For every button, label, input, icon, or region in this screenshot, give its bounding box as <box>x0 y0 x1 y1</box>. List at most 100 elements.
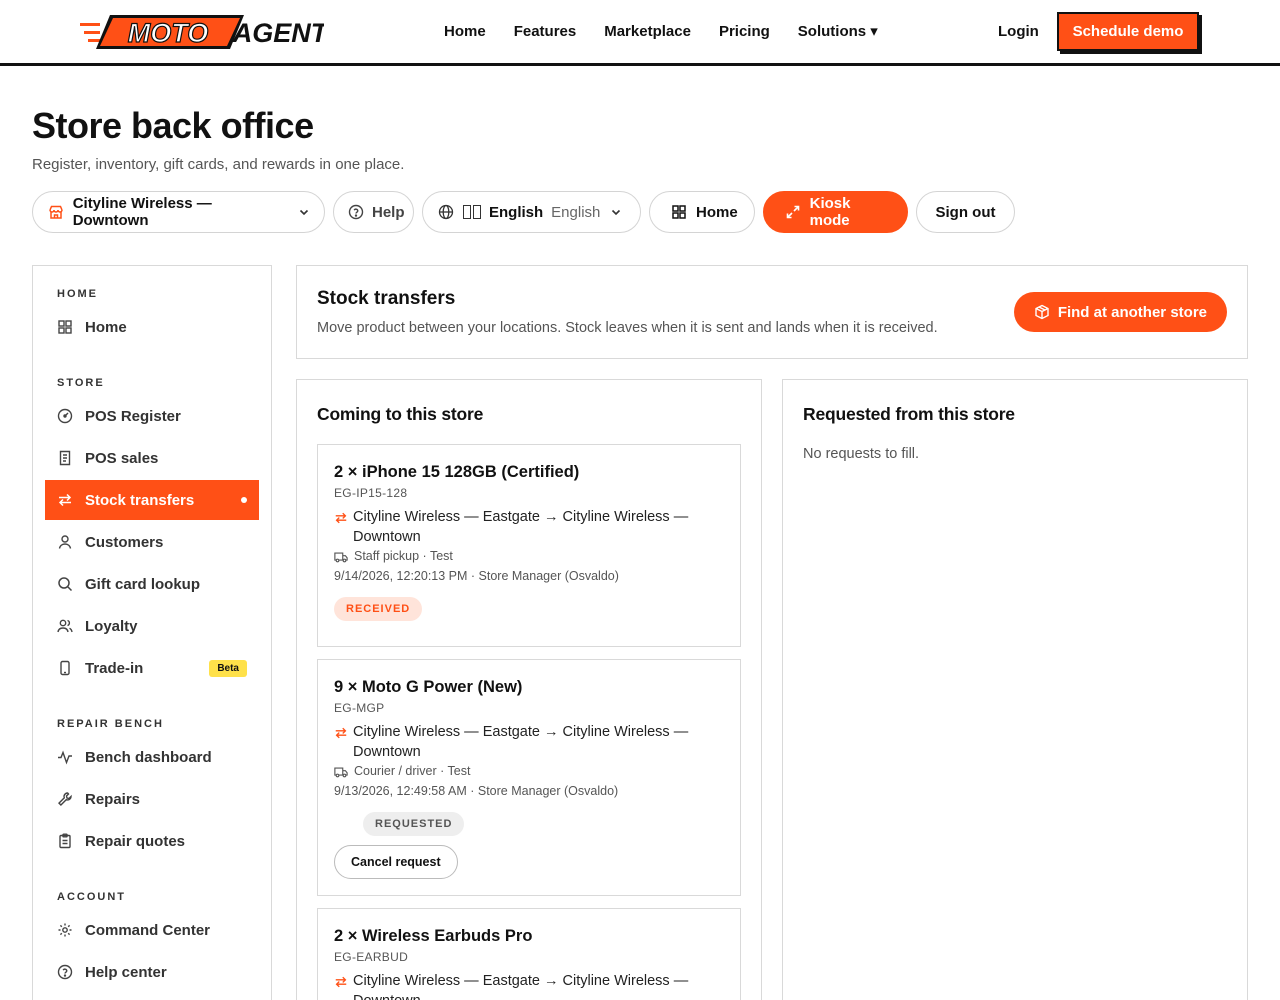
user-icon <box>57 534 73 550</box>
route-text: Cityline Wireless — Eastgate → Cityline … <box>353 724 689 760</box>
transfer-card: 2 × iPhone 15 128GB (Certified) EG-IP15-… <box>317 444 741 647</box>
transfer-timestamp: 9/13/2026, 12:49:58 AM · Store Manager (… <box>334 784 619 798</box>
kiosk-mode-button[interactable]: Kiosk mode <box>763 191 908 233</box>
sidebar-item-label: Trade-in <box>85 659 144 677</box>
flag-icon <box>463 203 481 221</box>
active-indicator-dot <box>241 497 247 503</box>
home-button[interactable]: Home <box>649 191 755 233</box>
transfer-item-title: 2 × Wireless Earbuds Pro <box>334 927 533 945</box>
sidebar-item-label: Home <box>85 318 127 336</box>
sidebar-item-repairs[interactable]: Repairs <box>45 779 259 819</box>
sidebar-item-command-center[interactable]: Command Center <box>45 910 259 950</box>
transfer-sku: EG-MGP <box>334 701 385 715</box>
arrows-swap-icon <box>334 511 348 525</box>
sidebar-item-stock-transfers[interactable]: Stock transfers <box>45 480 259 520</box>
sidebar-item-label: Help center <box>85 963 167 981</box>
page-title: Store back office <box>32 105 314 146</box>
sidebar-section-home: HOME <box>57 288 98 300</box>
language-selector[interactable]: English English <box>422 191 641 233</box>
sidebar-item-label: Stock transfers <box>85 491 195 509</box>
store-icon <box>47 203 65 221</box>
transfer-sku: EG-EARBUD <box>334 950 409 964</box>
wrench-icon <box>57 791 73 807</box>
sidebar-item-help-center[interactable]: Help center <box>45 952 259 992</box>
shipping-method: Staff pickup · Test <box>334 549 453 563</box>
sidebar-item-pos-register[interactable]: POS Register <box>45 396 259 436</box>
truck-icon <box>334 550 348 564</box>
nav-solutions-dropdown[interactable]: Solutions ▾ <box>798 22 878 42</box>
sidebar-item-label: Gift card lookup <box>85 575 201 593</box>
sidebar-item-home[interactable]: Home <box>45 307 259 347</box>
transfer-sku: EG-IP15-128 <box>334 486 408 500</box>
grid-icon <box>670 203 688 221</box>
truck-icon <box>334 765 348 779</box>
nav-pricing[interactable]: Pricing <box>719 22 770 42</box>
main-nav: Home Features Marketplace Pricing Soluti… <box>444 22 878 42</box>
login-link[interactable]: Login <box>998 22 1039 42</box>
transfer-item-title: 2 × iPhone 15 128GB (Certified) <box>334 463 580 481</box>
transfer-card: 9 × Moto G Power (New) EG-MGP Cityline W… <box>317 659 741 896</box>
sidebar-item-label: POS sales <box>85 449 159 467</box>
language-label: English <box>489 203 544 221</box>
transfer-item-title: 9 × Moto G Power (New) <box>334 678 523 696</box>
outgoing-requests-panel: Requested from this store No requests to… <box>782 379 1248 1000</box>
sidebar-item-label: Bench dashboard <box>85 748 212 766</box>
beta-badge: Beta <box>209 660 247 677</box>
sidebar-item-trade-in[interactable]: Trade-in Beta <box>45 648 259 688</box>
gear-icon <box>57 922 73 938</box>
route-text: Cityline Wireless — Eastgate → Cityline … <box>353 973 689 1000</box>
sidebar-item-gift-card-lookup[interactable]: Gift card lookup <box>45 564 259 604</box>
help-button[interactable]: Help <box>333 191 414 233</box>
empty-state-text: No requests to fill. <box>803 446 920 462</box>
gauge-icon <box>57 408 73 424</box>
sidebar-section-store: STORE <box>57 377 105 389</box>
sidebar-item-label: Repairs <box>85 790 141 808</box>
sidebar-item-loyalty[interactable]: Loyalty <box>45 606 259 646</box>
top-navigation-bar: MOTO AGENT Home Features Marketplace Pri… <box>0 0 1280 66</box>
stock-transfers-header-card: Stock transfers Move product between you… <box>296 265 1248 359</box>
transfer-route: Cityline Wireless — Eastgate → Cityline … <box>334 722 704 762</box>
sidebar-item-label: Loyalty <box>85 617 138 635</box>
svg-text:AGENT: AGENT <box>232 18 324 48</box>
sidebar-item-pos-sales[interactable]: POS sales <box>45 438 259 478</box>
incoming-title: Coming to this store <box>317 404 484 424</box>
expand-icon <box>784 203 802 221</box>
status-badge: RECEIVED <box>334 597 423 621</box>
chevron-down-icon <box>298 206 310 218</box>
shipping-method: Courier / driver · Test <box>334 764 470 778</box>
cancel-request-button[interactable]: Cancel request <box>334 845 458 879</box>
section-description: Move product between your locations. Sto… <box>317 320 938 336</box>
sidebar-section-account: ACCOUNT <box>57 891 126 903</box>
sign-out-button[interactable]: Sign out <box>916 191 1015 233</box>
nav-marketplace[interactable]: Marketplace <box>604 22 691 42</box>
users-icon <box>57 618 73 634</box>
incoming-transfers-panel: Coming to this store 2 × iPhone 15 128GB… <box>296 379 762 1000</box>
sidebar-section-repair-bench: REPAIR BENCH <box>57 718 164 730</box>
sidebar-item-repair-quotes[interactable]: Repair quotes <box>45 821 259 861</box>
schedule-demo-button[interactable]: Schedule demo <box>1057 12 1199 51</box>
help-button-label: Help <box>372 203 405 221</box>
transfer-card: 2 × Wireless Earbuds Pro EG-EARBUD Cityl… <box>317 908 741 1000</box>
transfer-route: Cityline Wireless — Eastgate → Cityline … <box>334 507 704 547</box>
clipboard-icon <box>57 833 73 849</box>
shipping-text: Courier / driver · Test <box>354 764 471 778</box>
sidebar-item-customers[interactable]: Customers <box>45 522 259 562</box>
nav-features[interactable]: Features <box>514 22 577 42</box>
outgoing-title: Requested from this store <box>803 404 1015 424</box>
arrows-swap-icon <box>334 975 348 989</box>
activity-icon <box>57 749 73 765</box>
nav-home[interactable]: Home <box>444 22 486 42</box>
receipt-icon <box>57 450 73 466</box>
help-circle-icon <box>57 964 73 980</box>
grid-icon <box>57 319 73 335</box>
sidebar-item-label: Repair quotes <box>85 832 186 850</box>
store-selector-label: Cityline Wireless — Downtown <box>72 195 212 229</box>
sidebar: HOME Home STORE POS Register POS sales S… <box>32 265 272 1000</box>
find-at-another-store-button[interactable]: Find at another store <box>1013 292 1227 332</box>
route-text: Cityline Wireless — Eastgate → Cityline … <box>353 509 689 545</box>
motoagent-logo[interactable]: MOTO AGENT <box>80 13 324 51</box>
sidebar-item-bench-dashboard[interactable]: Bench dashboard <box>45 737 259 777</box>
kiosk-mode-label: Kiosk mode <box>809 195 851 229</box>
home-button-label: Home <box>696 203 738 221</box>
store-selector[interactable]: Cityline Wireless — Downtown <box>32 191 325 233</box>
